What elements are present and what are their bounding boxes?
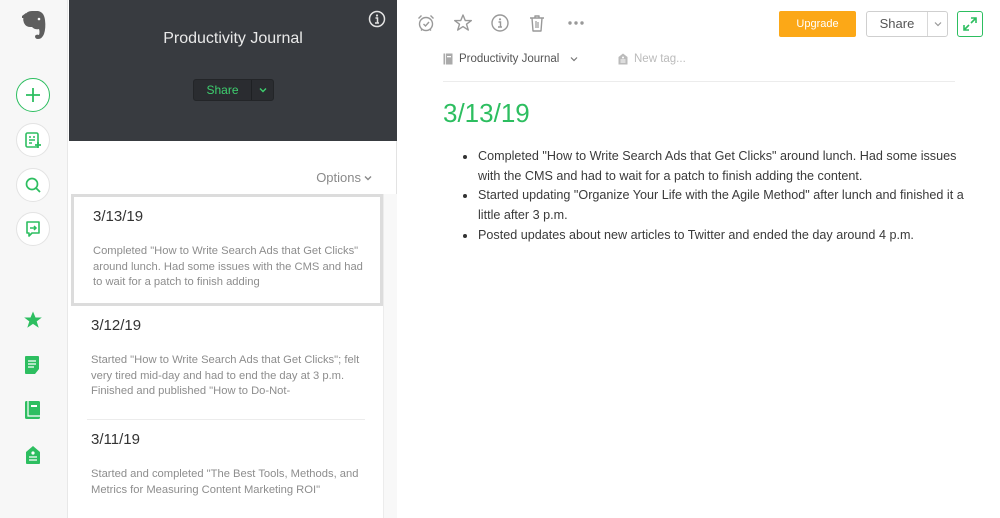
note-info-button[interactable] (489, 12, 511, 34)
note-list-item[interactable]: 3/11/19 Started and completed "The Best … (87, 420, 365, 518)
new-note-button[interactable] (16, 78, 50, 112)
notebook-info-button[interactable] (368, 10, 386, 28)
work-chat-button[interactable] (16, 212, 50, 246)
plus-icon (26, 88, 40, 102)
shortcut-star-button[interactable] (452, 12, 474, 34)
chevron-down-icon (934, 22, 941, 27)
bullet-list: Completed "How to Write Search Ads that … (460, 147, 980, 246)
notebook-share-button[interactable]: Share (194, 80, 252, 100)
notebook-selector-label: Productivity Journal (459, 53, 560, 65)
chevron-down-icon (570, 57, 578, 62)
search-button[interactable] (16, 168, 50, 202)
expand-button[interactable] (957, 11, 983, 37)
note-body[interactable]: Completed "How to Write Search Ads that … (460, 147, 980, 246)
notebook-header: Productivity Journal Share (69, 0, 397, 141)
note-title[interactable]: 3/13/19 (443, 98, 530, 129)
reminder-icon (418, 15, 434, 32)
note-date: 3/12/19 (91, 317, 142, 334)
note-share-control: Share (866, 11, 948, 37)
new-tag-input[interactable]: New tag... (618, 53, 686, 65)
template-add-icon (25, 132, 41, 148)
notebook-icon (443, 53, 453, 65)
tag-icon (26, 446, 40, 464)
notebooks-nav[interactable] (21, 398, 45, 422)
bullet-item: Posted updates about new articles to Twi… (460, 226, 980, 246)
note-list-item[interactable]: 3/12/19 Started "How to Write Search Ads… (87, 306, 365, 420)
note-date: 3/11/19 (91, 431, 140, 448)
note-snippet: Started and completed "The Best Tools, M… (91, 468, 359, 496)
note-meta-bar: Productivity Journal New tag... (443, 52, 955, 82)
tag-icon (618, 53, 628, 65)
notebook-selector[interactable]: Productivity Journal (443, 53, 579, 65)
note-list: 3/13/19 Completed "How to Write Search A… (69, 194, 383, 518)
note-editor: Upgrade Share Productivity Journal New t… (398, 0, 1000, 518)
evernote-logo-icon[interactable] (18, 8, 48, 42)
bullet-item: Completed "How to Write Search Ads that … (460, 147, 980, 186)
delete-note-button[interactable] (526, 12, 548, 34)
notebook-title: Productivity Journal (163, 30, 303, 47)
new-tag-placeholder: New tag... (634, 53, 686, 65)
notes-nav[interactable] (21, 353, 45, 377)
shortcuts-nav[interactable] (21, 308, 45, 332)
options-label: Options (316, 170, 361, 185)
reminder-button[interactable] (415, 12, 437, 34)
info-icon (368, 10, 386, 28)
chat-share-icon (26, 221, 40, 237)
trash-icon (530, 15, 544, 32)
chevron-down-icon (364, 175, 372, 180)
star-icon (24, 311, 42, 328)
notebook-icon (25, 401, 40, 419)
notebook-share-control: Share (193, 79, 274, 101)
note-list-scrollbar[interactable] (383, 194, 397, 518)
info-icon (491, 14, 509, 32)
note-snippet: Started "How to Write Search Ads that Ge… (91, 354, 360, 397)
note-share-dropdown[interactable] (928, 12, 947, 36)
notebook-share-dropdown[interactable] (252, 80, 273, 100)
note-snippet: Completed "How to Write Search Ads that … (93, 245, 363, 288)
search-icon (25, 177, 41, 193)
note-icon (25, 356, 39, 374)
star-icon (454, 14, 472, 31)
expand-icon (963, 17, 977, 31)
more-actions-button[interactable] (565, 12, 587, 34)
more-icon (568, 21, 584, 25)
new-from-template-button[interactable] (16, 123, 50, 157)
note-date: 3/13/19 (93, 208, 144, 225)
note-share-button[interactable]: Share (867, 12, 928, 36)
notebook-panel: Productivity Journal Share Options 3/13/… (68, 0, 397, 518)
note-list-item[interactable]: 3/13/19 Completed "How to Write Search A… (71, 194, 383, 306)
chevron-down-icon (259, 88, 266, 93)
options-menu[interactable]: Options (316, 170, 372, 185)
bullet-item: Started updating "Organize Your Life wit… (460, 186, 980, 225)
tags-nav[interactable] (21, 443, 45, 467)
upgrade-button[interactable]: Upgrade (779, 11, 856, 37)
left-rail (0, 0, 68, 518)
